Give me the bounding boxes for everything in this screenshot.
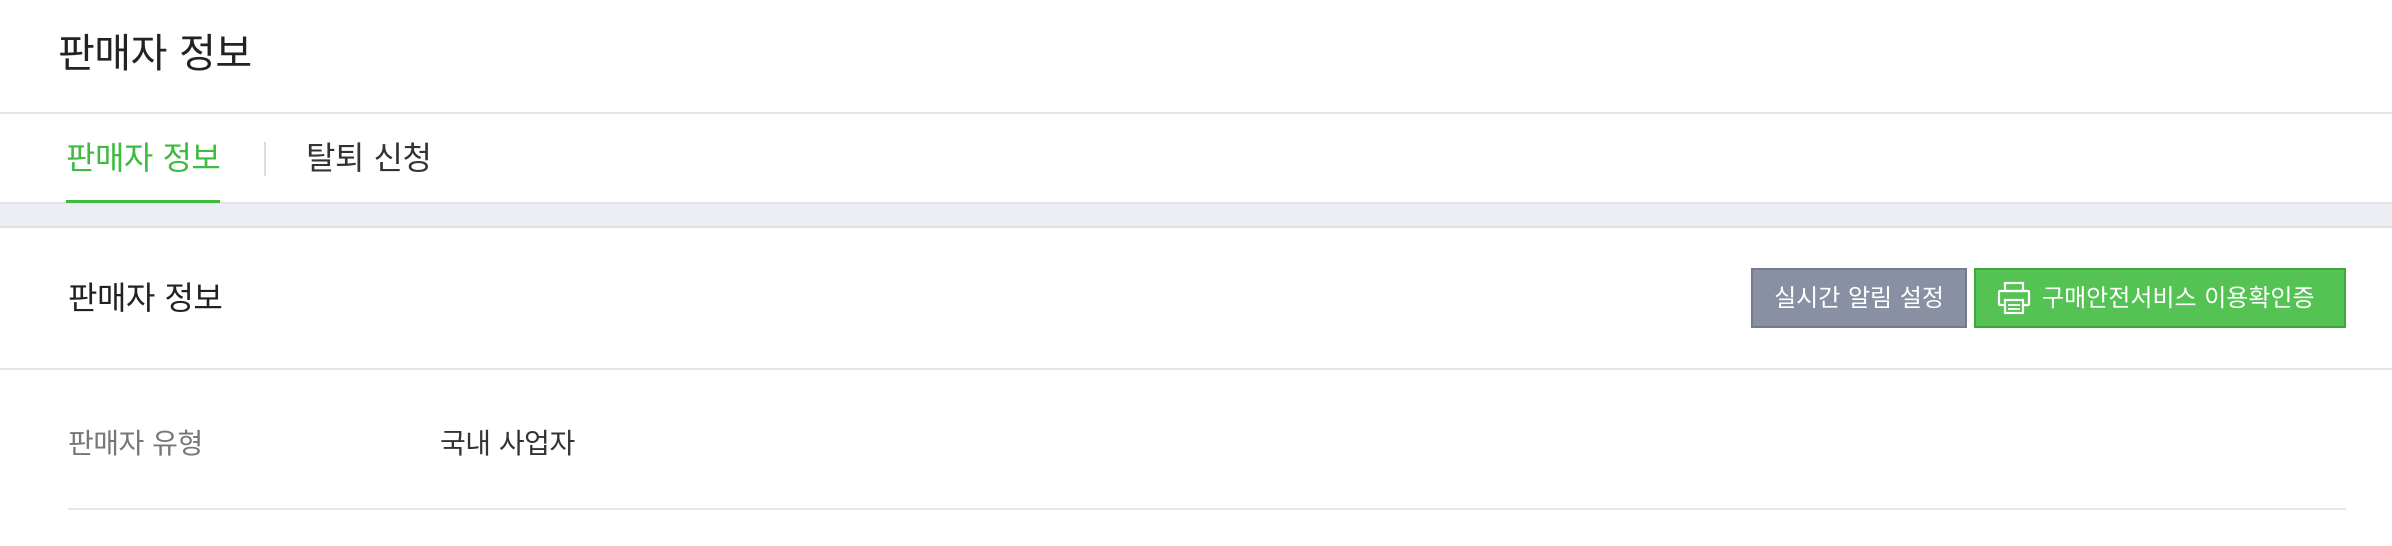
purchase-safety-certificate-label: 구매안전서비스 이용확인증 bbox=[2042, 284, 2315, 312]
section-title: 판매자 정보 bbox=[68, 279, 223, 317]
printer-icon bbox=[1997, 281, 2031, 315]
page-title: 판매자 정보 bbox=[58, 31, 252, 77]
tab-withdrawal-request[interactable]: 탈퇴 신청 bbox=[306, 136, 432, 180]
seller-type-label: 판매자 유형 bbox=[68, 427, 203, 460]
tab-bar: 판매자 정보 탈퇴 신청 bbox=[0, 114, 2392, 204]
realtime-alert-settings-label: 실시간 알림 설정 bbox=[1774, 284, 1944, 312]
tab-seller-info[interactable]: 판매자 정보 bbox=[66, 136, 221, 203]
info-row-seller-type: 판매자 유형 국내 사업자 bbox=[68, 370, 2346, 510]
section-header: 판매자 정보 실시간 알림 설정 구매안전서비스 이용확인증 bbox=[0, 228, 2392, 370]
realtime-alert-settings-button[interactable]: 실시간 알림 설정 bbox=[1751, 268, 1967, 328]
purchase-safety-certificate-button[interactable]: 구매안전서비스 이용확인증 bbox=[1974, 268, 2346, 328]
page-header: 판매자 정보 bbox=[0, 0, 2392, 114]
tab-divider bbox=[264, 142, 266, 176]
section-separator bbox=[0, 204, 2392, 228]
seller-type-value: 국내 사업자 bbox=[440, 427, 575, 460]
